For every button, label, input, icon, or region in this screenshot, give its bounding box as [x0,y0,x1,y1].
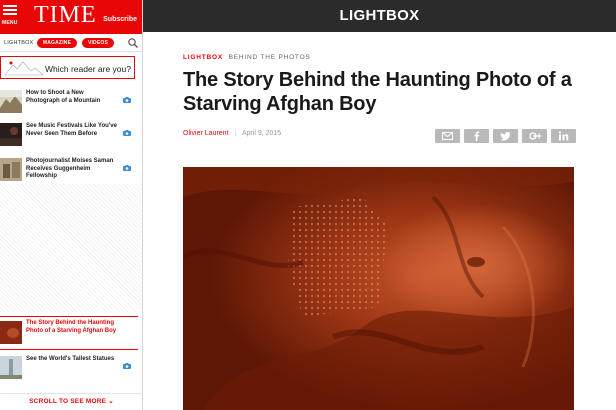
share-facebook-button[interactable] [464,129,489,143]
sidebar-item-title: See the World's Tallest Statues [26,356,115,362]
sidebar-item-mountain[interactable]: How to Shoot a New Photograph of a Mount… [0,87,138,119]
nav-lightbox[interactable]: LIGHTBOX [4,40,33,46]
time-header: MENU TIME Subscribe [0,0,142,34]
sidebar-item-music-festivals[interactable]: See Music Festivals Like You've Never Se… [0,120,138,152]
share-bar [435,129,576,143]
scroll-to-see-more-button[interactable]: SCROLL TO SEE MORE ⌄ [0,393,142,410]
camera-icon [123,97,131,103]
menu-button[interactable]: MENU [2,5,18,29]
right-margin [600,32,616,410]
facebook-icon [474,131,480,141]
nav-magazine-button[interactable]: MAGAZINE [37,38,77,48]
share-linkedin-button[interactable] [551,129,576,143]
byline: Olivier Laurent | April 9, 2015 [183,130,281,137]
menu-label: MENU [2,20,18,26]
mountain-illustration [4,61,44,76]
sidebar-item-title: Photojournalist Moises Saman Receives Gu… [26,158,114,179]
article-headline: The Story Behind the Haunting Photo of a… [183,69,572,115]
thumbnail-photojournalist [0,158,22,181]
email-icon [442,132,453,140]
publish-date: April 9, 2015 [241,130,282,137]
subscribe-link[interactable]: Subscribe [103,16,137,23]
thumbnail-afghan-boy [0,321,22,344]
lightbox-header: LIGHTBOX [143,0,616,32]
camera-icon [123,363,131,369]
search-icon[interactable] [127,37,139,49]
section-nav: LIGHTBOX MAGAZINE VIDEOS [0,34,142,52]
linkedin-icon [558,131,569,141]
lightbox-title[interactable]: LIGHTBOX [143,7,616,24]
author-link[interactable]: Olivier Laurent [183,130,229,137]
camera-icon [123,130,131,136]
chevron-down-icon: ⌄ [108,398,114,405]
kicker: LIGHTBOX BEHIND THE PHOTOS [183,54,311,61]
sidebar-item-title: How to Shoot a New Photograph of a Mount… [26,90,101,104]
share-twitter-button[interactable] [493,129,518,143]
sidebar-item-title: See Music Festivals Like You've Never Se… [26,123,117,137]
nav-videos-button[interactable]: VIDEOS [82,38,114,48]
reader-quiz-text: Which reader are you? [45,64,131,74]
time-logo[interactable]: TIME [34,2,97,28]
scroll-more-label: SCROLL TO SEE MORE [29,398,107,405]
sidebar-item-title: The Story Behind the Haunting Photo of a… [26,320,117,334]
hero-photo-afghan-boy[interactable] [183,167,574,410]
hamburger-icon [3,5,17,7]
sidebar-item-afghan-boy[interactable]: The Story Behind the Haunting Photo of a… [0,316,138,350]
sidebar-item-tallest-statues[interactable]: See the World's Tallest Statues [0,353,138,385]
camera-icon [123,165,131,171]
kicker-section[interactable]: LIGHTBOX [183,54,223,61]
twitter-icon [500,132,511,141]
sidebar: MENU TIME Subscribe LIGHTBOX MAGAZINE VI… [0,0,143,410]
sidebar-empty-area [0,184,142,312]
byline-separator: | [234,130,237,137]
sidebar-item-moises-saman[interactable]: Photojournalist Moises Saman Receives Gu… [0,155,138,187]
share-email-button[interactable] [435,129,460,143]
reader-quiz-banner[interactable]: Which reader are you? [0,56,135,79]
google-plus-icon [529,132,542,140]
thumbnail-statues [0,356,22,379]
thumbnail-mountain [0,90,22,113]
thumbnail-festival [0,123,22,146]
kicker-subsection[interactable]: BEHIND THE PHOTOS [229,54,311,61]
share-google-plus-button[interactable] [522,129,547,143]
